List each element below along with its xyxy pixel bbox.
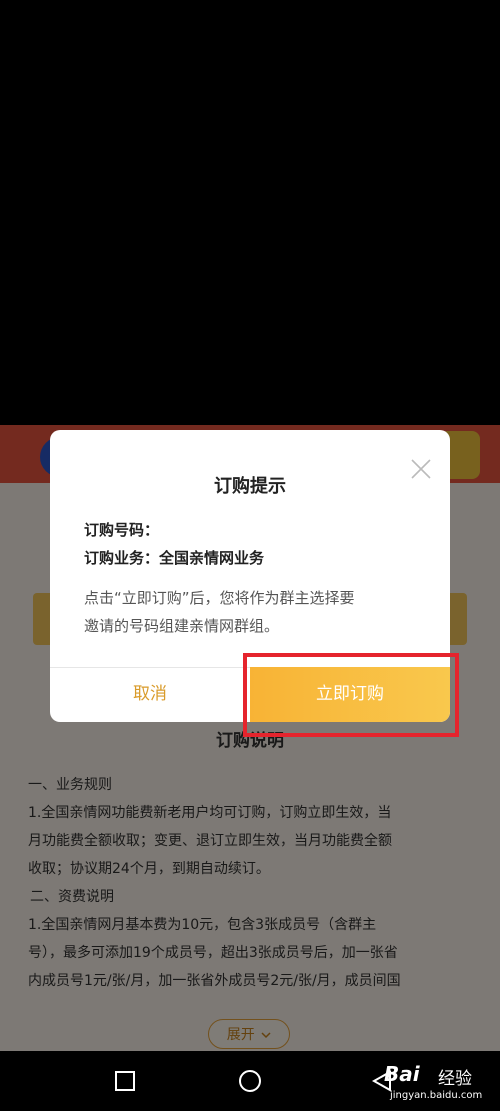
message-line: 点击“立即订购”后，您将作为群主选择要 bbox=[84, 589, 355, 607]
highlight-annotation bbox=[243, 653, 459, 737]
home-button[interactable] bbox=[238, 1069, 262, 1093]
watermark-logo: Bai bbox=[384, 1062, 420, 1086]
order-number-label: 订购号码： bbox=[84, 521, 160, 539]
square-icon bbox=[115, 1071, 135, 1091]
order-info: 订购号码： 订购业务：全国亲情网业务 bbox=[84, 516, 424, 572]
dialog-message: 点击“立即订购”后，您将作为群主选择要 邀请的号码组建亲情网群组。 bbox=[84, 584, 424, 640]
screen: 订购说明 一、业务规则 1.全国亲情网功能费新老用户均可订购，订购立即生效，当 … bbox=[0, 0, 500, 1111]
dialog-title: 订购提示 bbox=[214, 476, 286, 497]
close-button[interactable] bbox=[408, 456, 434, 482]
watermark-url: jingyan.baidu.com bbox=[390, 1090, 483, 1101]
watermark-text: 经验 bbox=[438, 1069, 472, 1089]
order-service-label: 订购业务：全国亲情网业务 bbox=[84, 549, 265, 567]
baidu-jingyan-watermark: Bai 经验 jingyan.baidu.com bbox=[366, 1056, 486, 1106]
cancel-button[interactable]: 取消 bbox=[50, 667, 250, 722]
circle-icon bbox=[239, 1070, 261, 1092]
message-line: 邀请的号码组建亲情网群组。 bbox=[84, 617, 280, 635]
close-icon bbox=[411, 459, 431, 479]
recent-apps-button[interactable] bbox=[113, 1069, 137, 1093]
